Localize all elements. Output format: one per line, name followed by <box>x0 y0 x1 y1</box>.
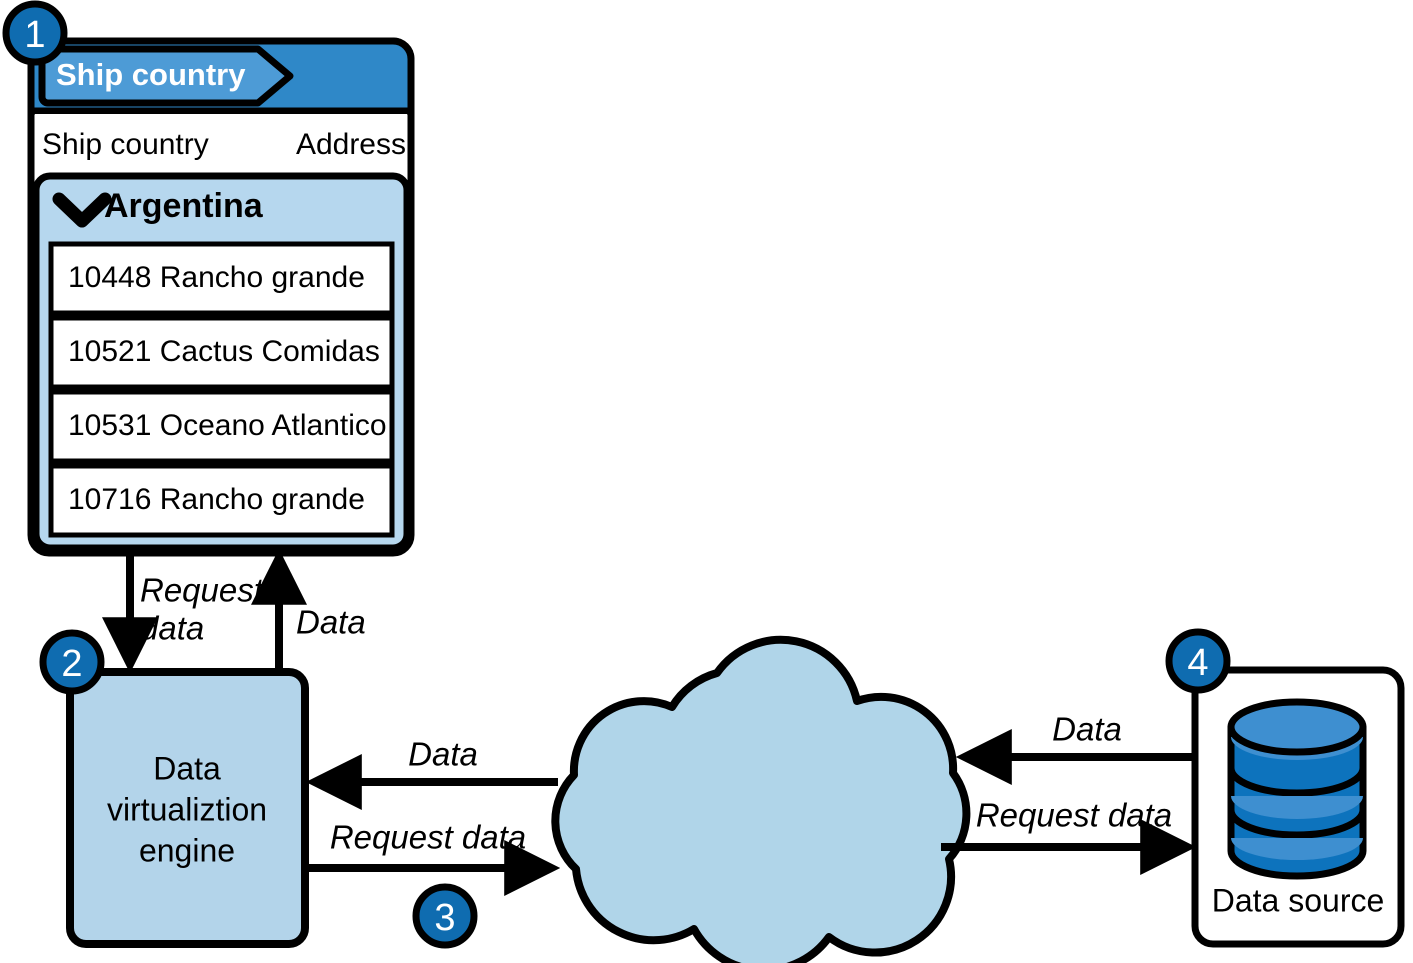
arrow-label-request-data: Request data <box>330 819 526 856</box>
badge-label: 2 <box>61 643 82 685</box>
table-row[interactable]: 10521 Cactus Comidas <box>48 315 395 390</box>
arrow-engine-to-panel-data: Data <box>251 548 366 676</box>
group-label-argentina: Argentina <box>104 187 264 225</box>
database-cylinder-icon <box>1227 698 1367 880</box>
arrow-cloud-to-engine-data: Data <box>305 736 558 810</box>
badge-2: 2 <box>39 629 105 695</box>
column-header-address: Address <box>296 128 406 161</box>
data-source[interactable]: Data source <box>1191 666 1405 948</box>
table-row[interactable]: 10448 Rancho grande <box>48 241 395 316</box>
engine-label-line3: engine <box>139 832 235 868</box>
badge-4: 4 <box>1165 628 1231 694</box>
arrow-label-request-data: Request data <box>976 797 1172 834</box>
arrow-label-request-line2: data <box>140 610 204 647</box>
table-row-text: 10521 Cactus Comidas <box>68 335 380 368</box>
arrow-source-to-cloud-data: Data <box>955 711 1193 785</box>
network-cloud <box>551 635 971 963</box>
header-tag-label: Ship country <box>56 57 246 92</box>
arrow-panel-to-engine-request: Request data <box>102 553 265 674</box>
badge-label: 1 <box>24 14 45 56</box>
column-header-ship-country: Ship country <box>42 128 209 161</box>
arrow-cloud-to-source-request: Request data <box>941 797 1197 875</box>
table-row[interactable]: 10716 Rancho grande <box>48 463 395 538</box>
badge-3: 3 <box>412 883 478 949</box>
report-panel[interactable]: Ship country Ship country Address Argent… <box>27 37 415 557</box>
table-row-text: 10448 Rancho grande <box>68 261 365 294</box>
data-source-label: Data source <box>1212 882 1385 918</box>
data-virtualization-flow-diagram: Ship country Ship country Address Argent… <box>2 0 1405 963</box>
cloud-shape <box>551 635 971 963</box>
arrow-label-data: Data <box>1052 711 1122 748</box>
arrow-engine-to-cloud-request: Request data <box>305 819 561 896</box>
table-row-text: 10716 Rancho grande <box>68 483 365 516</box>
engine-label-line2: virtualiztion <box>107 791 267 827</box>
db-top <box>1227 698 1367 756</box>
badge-label: 3 <box>434 897 455 939</box>
table-row[interactable]: 10531 Oceano Atlantico <box>48 389 395 464</box>
data-virtualization-engine[interactable]: Data virtualiztion engine <box>66 668 309 948</box>
arrow-label-data: Data <box>296 604 366 641</box>
table-row-text: 10531 Oceano Atlantico <box>68 409 387 442</box>
arrow-label-request: Request <box>140 572 265 609</box>
diagram-canvas: Ship country Ship country Address Argent… <box>0 0 1413 963</box>
engine-label-line1: Data <box>153 750 221 786</box>
badge-label: 4 <box>1187 642 1208 684</box>
arrow-label-data: Data <box>408 736 478 773</box>
badge-1: 1 <box>2 0 68 66</box>
